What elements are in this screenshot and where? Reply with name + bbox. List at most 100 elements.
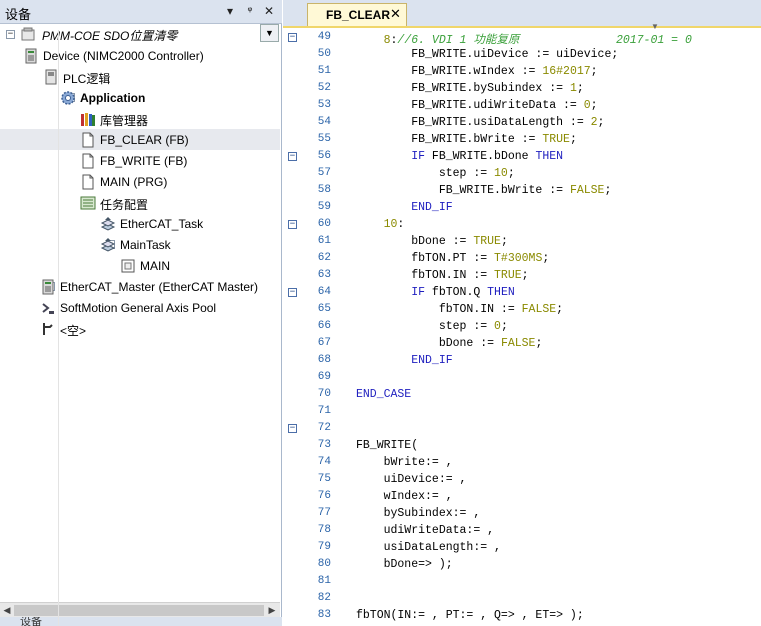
- tree-item[interactable]: 库管理器: [0, 108, 280, 129]
- line-number: 80: [317, 558, 331, 570]
- fold-toggle-icon[interactable]: −: [288, 152, 297, 161]
- horizontal-scrollbar[interactable]: ◀ ▶: [0, 602, 280, 617]
- code-text: usiDataLength:= ,: [356, 541, 501, 554]
- line-number: 75: [317, 473, 331, 485]
- code-line[interactable]: 80 bDone=> );: [283, 557, 761, 574]
- code-line[interactable]: 71: [283, 404, 761, 421]
- code-line[interactable]: 61 bDone := TRUE;: [283, 234, 761, 251]
- tree-item[interactable]: FB_WRITE (FB): [0, 150, 280, 171]
- code-line[interactable]: 51 FB_WRITE.wIndex := 16#2017;: [283, 64, 761, 81]
- tree-item[interactable]: −MainTask: [0, 234, 280, 255]
- tree-item[interactable]: <空>: [0, 318, 280, 339]
- project-expander[interactable]: −: [6, 30, 15, 39]
- code-line[interactable]: 73 FB_WRITE(: [283, 438, 761, 455]
- tree-item[interactable]: SoftMotion General Axis Pool: [0, 297, 280, 318]
- code-line[interactable]: 63 fbTON.IN := TRUE;: [283, 268, 761, 285]
- code-text: FB_WRITE.bWrite := TRUE;: [356, 133, 577, 146]
- code-text: 10:: [383, 218, 405, 231]
- line-number: 78: [317, 524, 331, 536]
- code-line[interactable]: 69: [283, 370, 761, 387]
- code-text: bySubindex:= ,: [356, 507, 481, 520]
- code-line[interactable]: − 72: [283, 421, 761, 438]
- code-text: FB_WRITE.uiDevice := uiDevice;: [356, 48, 619, 61]
- code-line[interactable]: 81: [283, 574, 761, 591]
- code-text: bDone := TRUE;: [356, 235, 508, 248]
- code-text: IF FB_WRITE.bDone THEN: [411, 150, 564, 163]
- project-row[interactable]: − PMM-COE SDO位置清零: [0, 24, 280, 44]
- line-number: 63: [317, 269, 331, 281]
- program-call-icon: [121, 259, 135, 273]
- code-line[interactable]: 59 END_IF: [283, 200, 761, 217]
- code-text: bDone := FALSE;: [356, 337, 543, 350]
- line-number: 51: [317, 65, 331, 77]
- task-icon: [100, 238, 116, 252]
- code-text: fbTON.IN := TRUE;: [356, 269, 529, 282]
- panel-menu-icon[interactable]: ▾: [222, 3, 238, 19]
- tab-label: FB_CLEAR: [326, 8, 391, 22]
- fold-toggle-icon[interactable]: −: [288, 424, 297, 433]
- code-line[interactable]: 75 uiDevice:= ,: [283, 472, 761, 489]
- code-line[interactable]: − 56 IF FB_WRITE.bDone THEN: [283, 149, 761, 166]
- code-line[interactable]: 58 FB_WRITE.bWrite := FALSE;: [283, 183, 761, 200]
- code-line[interactable]: 50 FB_WRITE.uiDevice := uiDevice;: [283, 47, 761, 64]
- close-tab-icon[interactable]: ✕: [390, 7, 401, 21]
- code-line[interactable]: 74 bWrite:= ,: [283, 455, 761, 472]
- code-line[interactable]: 79 usiDataLength:= ,: [283, 540, 761, 557]
- fold-toggle-icon[interactable]: −: [288, 220, 297, 229]
- tree-item[interactable]: −Application: [0, 87, 280, 108]
- tree-item[interactable]: MAIN: [0, 255, 280, 276]
- code-area[interactable]: −49 8://6. VDI 1 功能复原 2017-01 = 0 50 FB_W…: [283, 30, 761, 626]
- code-line[interactable]: 70 END_CASE: [283, 387, 761, 404]
- tree-item[interactable]: +EtherCAT_Master (EtherCAT Master): [0, 276, 280, 297]
- fold-toggle-icon[interactable]: −: [288, 288, 297, 297]
- scroll-right-icon[interactable]: ▶: [266, 605, 278, 616]
- code-line[interactable]: 68 END_IF: [283, 353, 761, 370]
- code-line[interactable]: − 49 8://6. VDI 1 功能复原 2017-01 = 0: [283, 30, 761, 47]
- line-number: 57: [317, 167, 331, 179]
- tab-fb-clear[interactable]: FB_CLEAR ✕: [307, 3, 407, 26]
- tree-item[interactable]: −PLC逻辑: [0, 66, 280, 87]
- line-number: 67: [317, 337, 331, 349]
- code-line[interactable]: 66 step := 0;: [283, 319, 761, 336]
- code-line[interactable]: 76 wIndex:= ,: [283, 489, 761, 506]
- code-line[interactable]: 55 FB_WRITE.bWrite := TRUE;: [283, 132, 761, 149]
- code-line[interactable]: − 64 IF fbTON.Q THEN: [283, 285, 761, 302]
- code-line[interactable]: 78 udiWriteData:= ,: [283, 523, 761, 540]
- code-text: step := 10;: [356, 167, 515, 180]
- line-number: 53: [317, 99, 331, 111]
- tree-item[interactable]: EtherCAT_Task: [0, 213, 280, 234]
- code-line[interactable]: 54 FB_WRITE.usiDataLength := 2;: [283, 115, 761, 132]
- library-manager-icon: [81, 113, 95, 126]
- code-line[interactable]: 65 fbTON.IN := FALSE;: [283, 302, 761, 319]
- tree-item-label: FB_WRITE (FB): [100, 154, 188, 168]
- bottom-tab-devices[interactable]: 设备: [20, 617, 42, 626]
- tree-item[interactable]: −任务配置: [0, 192, 280, 213]
- code-line[interactable]: 57 step := 10;: [283, 166, 761, 183]
- code-line[interactable]: 53 FB_WRITE.udiWriteData := 0;: [283, 98, 761, 115]
- tree-item-label: EtherCAT_Task: [120, 217, 204, 231]
- tree-item[interactable]: −Device (NIMC2000 Controller): [0, 45, 280, 66]
- code-line[interactable]: 82: [283, 591, 761, 608]
- code-text: END_CASE: [356, 388, 412, 401]
- code-line[interactable]: − 60 10:: [283, 217, 761, 234]
- code-line[interactable]: 52 FB_WRITE.bySubindex := 1;: [283, 81, 761, 98]
- tree-item[interactable]: FB_CLEAR (FB): [0, 129, 280, 150]
- code-line[interactable]: 67 bDone := FALSE;: [283, 336, 761, 353]
- fold-toggle-icon[interactable]: −: [288, 33, 297, 42]
- tree-item-label: 任务配置: [100, 198, 149, 212]
- scrollbar-thumb[interactable]: [14, 605, 264, 616]
- scroll-left-icon[interactable]: ◀: [1, 605, 13, 616]
- code-text: 8://6. VDI 1 功能复原 2017-01 = 0: [383, 34, 692, 47]
- code-line[interactable]: 83 fbTON(IN:= , PT:= , Q=> , ET=> );: [283, 608, 761, 625]
- tree-item-label: MAIN (PRG): [100, 175, 168, 189]
- line-number: 50: [317, 48, 331, 60]
- tree-item[interactable]: MAIN (PRG): [0, 171, 280, 192]
- project-dropdown-button[interactable]: ▼: [260, 24, 279, 42]
- line-number: 60: [317, 218, 331, 230]
- pin-icon[interactable]: ᵠ: [242, 3, 258, 19]
- close-panel-icon[interactable]: ✕: [261, 3, 277, 19]
- code-line[interactable]: 77 bySubindex:= ,: [283, 506, 761, 523]
- code-line[interactable]: 62 fbTON.PT := T#300MS;: [283, 251, 761, 268]
- line-number: 82: [317, 592, 331, 604]
- code-text: wIndex:= ,: [356, 490, 453, 503]
